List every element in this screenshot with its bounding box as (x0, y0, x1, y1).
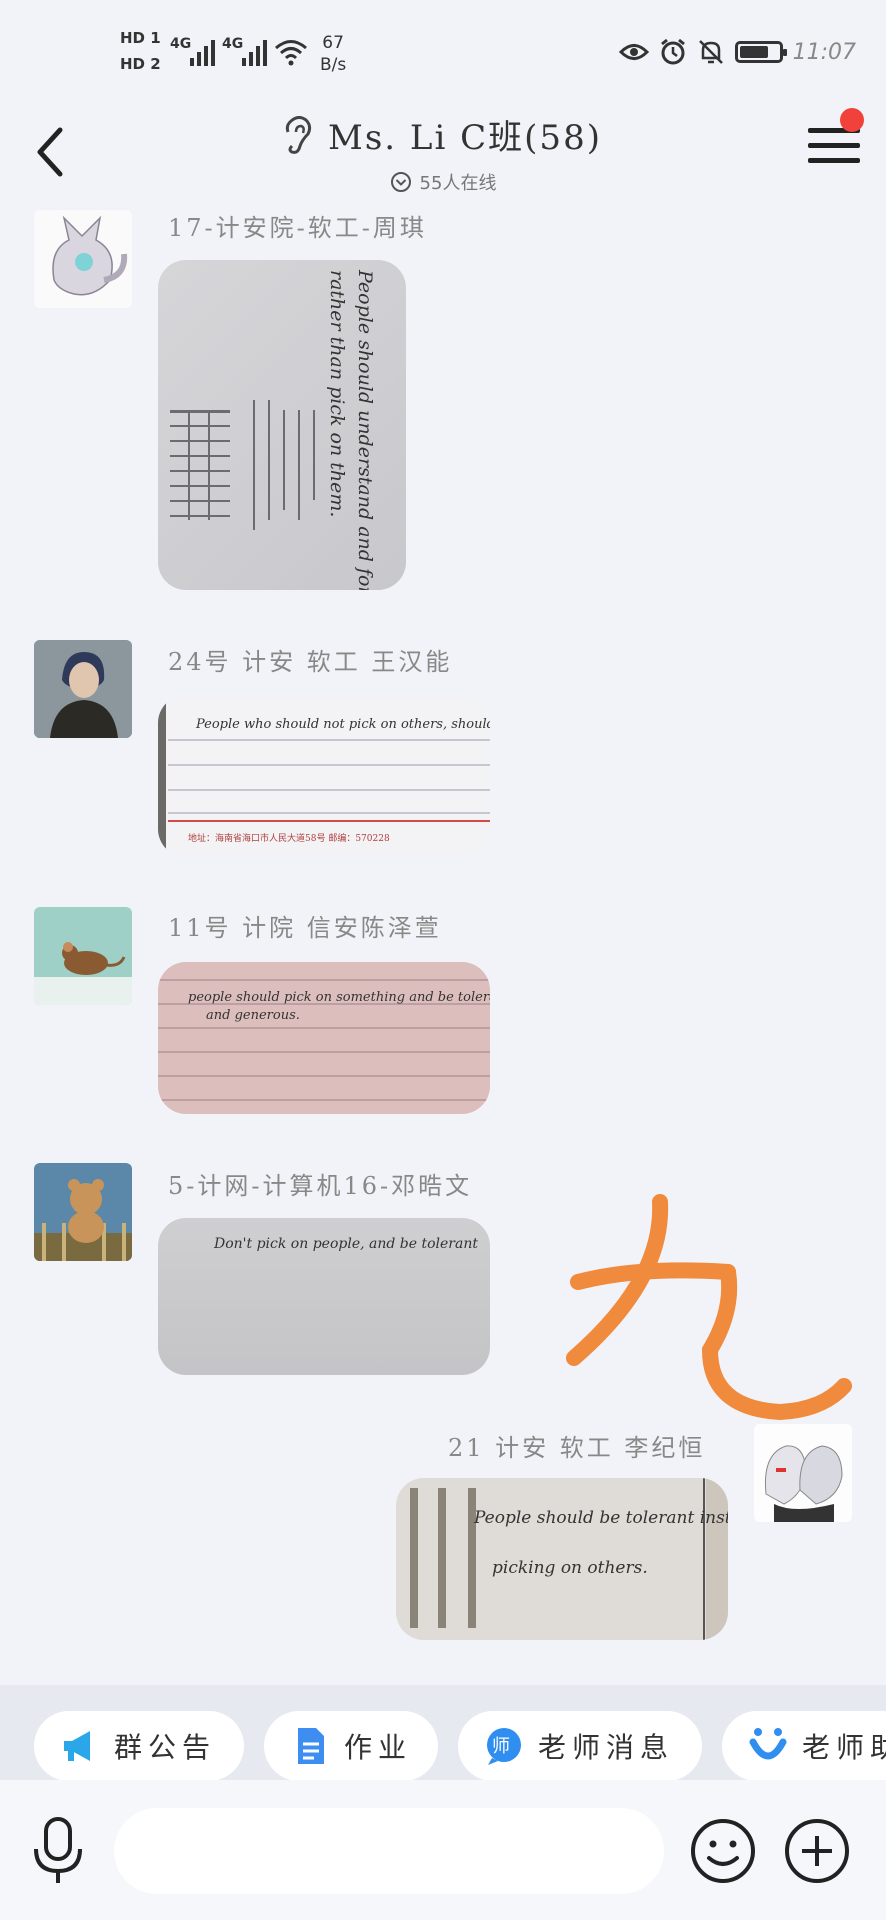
handwriting-line: rather than pick on them. (326, 270, 348, 518)
sender-name: 17-计安院-软工-周琪 (168, 214, 427, 242)
message-input[interactable] (114, 1808, 664, 1894)
eye-icon (618, 44, 649, 60)
group-title-text: Ms. Li C班(58) (328, 118, 602, 158)
speed-unit: B/s (320, 55, 347, 75)
chevron-down-circle-icon (390, 172, 411, 192)
plus-icon[interactable] (784, 1818, 850, 1884)
signal1-label: 4G (170, 36, 192, 52)
photo-message[interactable]: Don't pick on people, and be tolerant (158, 1218, 490, 1375)
handwriting-line: People should be tolerant instead of (474, 1508, 728, 1528)
menu-line (808, 158, 860, 163)
notification-dot (840, 108, 864, 132)
avatar[interactable] (754, 1424, 852, 1522)
menu-button[interactable] (808, 108, 864, 176)
hd1-label: HD 1 (120, 29, 161, 47)
online-count-text: 55人在线 (419, 173, 497, 194)
hand-drawn-character (566, 1194, 852, 1421)
handwriting-line: and generous. (206, 1008, 300, 1023)
person-avatar-icon (34, 640, 132, 738)
mouse-cartoon-avatar-icon (34, 907, 132, 1005)
announcement-button[interactable]: 群公告 (34, 1711, 244, 1780)
anime-characters-avatar-icon (754, 1424, 852, 1522)
handwriting-line: people should pick on something and be t… (188, 990, 490, 1005)
handwriting-line: People who should not pick on others, sh… (196, 717, 490, 732)
avatar[interactable] (34, 907, 132, 1005)
mute-bell-icon (698, 40, 723, 64)
handwriting-line: Don't pick on people, and be tolerant (214, 1236, 478, 1252)
sender-name: 11号 计院 信安陈泽萱 (168, 914, 442, 942)
ear-icon (285, 115, 312, 154)
battery-icon (734, 41, 787, 63)
photo-message[interactable]: People should understand and forgive oth… (158, 260, 406, 590)
alarm-icon (660, 38, 685, 65)
paper-footer: 地址：海南省海口市人民大道58号 邮编：570228 (188, 834, 390, 844)
network-speed: 67 B/s (320, 32, 346, 76)
teacher-assistant-button[interactable]: 老师助 (722, 1711, 886, 1780)
hd2-label: HD 2 (120, 55, 161, 73)
quick-action-bar: 群公告 作业 师 老师消息 老师助 (0, 1685, 886, 1780)
document-icon (298, 1728, 324, 1764)
smile-u-icon (749, 1728, 787, 1760)
emoji-icon[interactable] (690, 1818, 756, 1884)
clock-time: 11:07 (792, 39, 856, 65)
fox-avatar-icon (34, 210, 132, 308)
avatar[interactable] (34, 1163, 132, 1261)
input-bar (0, 1780, 886, 1920)
hd-indicators: HD 1 HD 2 (120, 28, 161, 80)
homework-button[interactable]: 作业 (264, 1711, 438, 1780)
photo-message[interactable]: People who should not pick on others, sh… (158, 695, 490, 857)
group-title[interactable]: Ms. Li C班(58) (284, 110, 602, 159)
online-count[interactable]: 55人在线 (390, 169, 497, 195)
signal-bars-icon (190, 36, 215, 66)
announcement-label: 群公告 (114, 1731, 217, 1764)
microphone-icon[interactable] (30, 1815, 86, 1887)
sender-name: 21 计安 软工 李纪恒 (448, 1434, 706, 1462)
teacher-message-label: 老师消息 (538, 1731, 675, 1764)
megaphone-icon (64, 1731, 90, 1761)
lined-paper (158, 979, 490, 1101)
signal2-label: 4G (222, 36, 244, 52)
wifi-icon (275, 40, 307, 66)
status-bar: HD 1 HD 2 4G 4G 67 B/s 11:07 (0, 0, 886, 100)
teacher-message-button[interactable]: 师 老师消息 (458, 1711, 702, 1780)
homework-label: 作业 (344, 1731, 413, 1764)
handwriting-line: picking on others. (492, 1558, 648, 1578)
title-block[interactable]: Ms. Li C班(58) 55人在线 (0, 110, 886, 197)
avatar[interactable] (34, 210, 132, 308)
status-right: 11:07 (618, 38, 856, 66)
sender-name: 24号 计安 软工 王汉能 (168, 648, 453, 676)
photo-message[interactable]: People should be tolerant instead of pic… (396, 1478, 728, 1640)
svg-text:师: 师 (492, 1736, 516, 1757)
teddy-bear-avatar-icon (34, 1163, 132, 1261)
sender-name: 5-计网-计算机16-邓晧文 (168, 1172, 473, 1200)
signal-bars-icon (242, 36, 267, 66)
photo-message[interactable]: people should pick on something and be t… (158, 962, 490, 1114)
teacher-assistant-label: 老师助 (802, 1731, 886, 1764)
menu-line (808, 143, 860, 148)
handwriting-line: People should understand and forgive oth… (354, 270, 376, 590)
avatar[interactable] (34, 640, 132, 738)
speed-value: 67 (322, 33, 344, 53)
chat-header: Ms. Li C班(58) 55人在线 (0, 100, 886, 200)
teacher-badge-icon: 师 (487, 1728, 521, 1765)
